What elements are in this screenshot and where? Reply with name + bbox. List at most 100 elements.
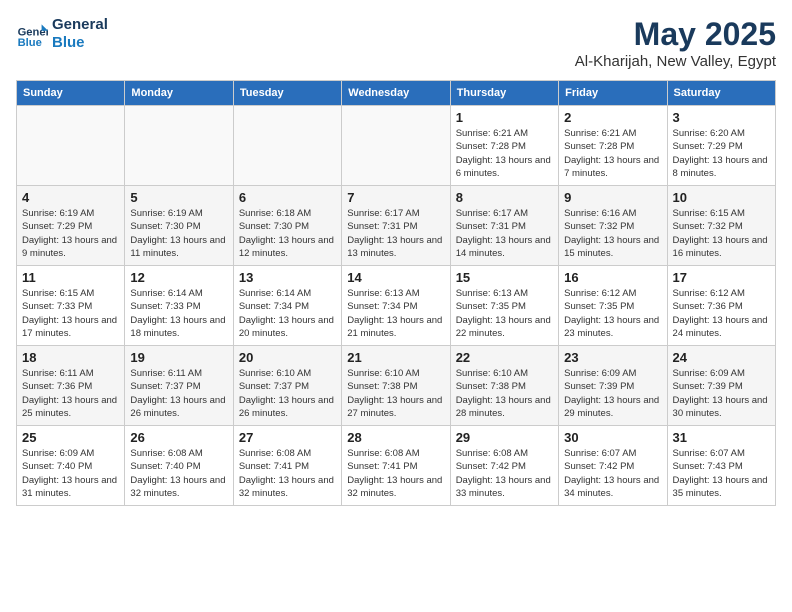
day-info: Sunrise: 6:17 AM Sunset: 7:31 PM Dayligh… [456, 207, 553, 260]
calendar-cell: 14Sunrise: 6:13 AM Sunset: 7:34 PM Dayli… [342, 266, 450, 346]
calendar-cell: 30 Sunrise: 6:07 AM Sunset: 7:42 PM Dayli… [559, 426, 667, 506]
logo-icon: General Blue [16, 18, 48, 50]
calendar-cell: 27 Sunrise: 6:08 AM Sunset: 7:41 PM Dayli… [233, 426, 341, 506]
calendar-cell: 3Sunrise: 6:20 AM Sunset: 7:29 PM Daylig… [667, 106, 775, 186]
calendar-cell: 12Sunrise: 6:14 AM Sunset: 7:33 PM Dayli… [125, 266, 233, 346]
day-number: 7 [347, 190, 444, 205]
day-number: 9 [564, 190, 661, 205]
calendar-cell: 11Sunrise: 6:15 AM Sunset: 7:33 PM Dayli… [17, 266, 125, 346]
day-number: 28 [347, 430, 444, 445]
day-number: 29 [456, 430, 553, 445]
weekday-header-row: SundayMondayTuesdayWednesdayThursdayFrid… [17, 81, 776, 106]
day-info: Sunrise: 6:15 AM Sunset: 7:33 PM Dayligh… [22, 287, 119, 340]
month-title: May 2025 [575, 16, 776, 53]
calendar-cell: 7Sunrise: 6:17 AM Sunset: 7:31 PM Daylig… [342, 186, 450, 266]
day-info: Sunrise: 6:21 AM Sunset: 7:28 PM Dayligh… [564, 127, 661, 180]
calendar-cell: 29 Sunrise: 6:08 AM Sunset: 7:42 PM Dayli… [450, 426, 558, 506]
day-number: 17 [673, 270, 770, 285]
day-number: 23 [564, 350, 661, 365]
day-info: Sunrise: 6:08 AM Sunset: 7:41 PM Dayligh… [347, 447, 444, 500]
day-number: 5 [130, 190, 227, 205]
day-number: 2 [564, 110, 661, 125]
weekday-header-monday: Monday [125, 81, 233, 106]
calendar-cell: 20Sunrise: 6:10 AM Sunset: 7:37 PM Dayli… [233, 346, 341, 426]
day-info: Sunrise: 6:21 AM Sunset: 7:28 PM Dayligh… [456, 127, 553, 180]
day-info: Sunrise: 6:10 AM Sunset: 7:38 PM Dayligh… [456, 367, 553, 420]
calendar-cell: 1 Sunrise: 6:21 AM Sunset: 7:28 PM Daylig… [450, 106, 558, 186]
day-info: Sunrise: 6:08 AM Sunset: 7:40 PM Dayligh… [130, 447, 227, 500]
calendar-cell: 31 Sunrise: 6:07 AM Sunset: 7:43 PM Dayli… [667, 426, 775, 506]
calendar-cell: 15 Sunrise: 6:13 AM Sunset: 7:35 PM Dayli… [450, 266, 558, 346]
calendar-body: 1 Sunrise: 6:21 AM Sunset: 7:28 PM Daylig… [17, 106, 776, 506]
day-info: Sunrise: 6:09 AM Sunset: 7:39 PM Dayligh… [673, 367, 770, 420]
day-info: Sunrise: 6:11 AM Sunset: 7:36 PM Dayligh… [22, 367, 119, 420]
day-number: 24 [673, 350, 770, 365]
day-number: 27 [239, 430, 336, 445]
day-info: Sunrise: 6:08 AM Sunset: 7:42 PM Dayligh… [456, 447, 553, 500]
day-info: Sunrise: 6:09 AM Sunset: 7:40 PM Dayligh… [22, 447, 119, 500]
weekday-header-wednesday: Wednesday [342, 81, 450, 106]
day-info: Sunrise: 6:19 AM Sunset: 7:30 PM Dayligh… [130, 207, 227, 260]
day-info: Sunrise: 6:13 AM Sunset: 7:35 PM Dayligh… [456, 287, 553, 340]
calendar-cell: 24 Sunrise: 6:09 AM Sunset: 7:39 PM Dayli… [667, 346, 775, 426]
day-info: Sunrise: 6:12 AM Sunset: 7:36 PM Dayligh… [673, 287, 770, 340]
calendar-cell: 8 Sunrise: 6:17 AM Sunset: 7:31 PM Daylig… [450, 186, 558, 266]
calendar-cell: 22 Sunrise: 6:10 AM Sunset: 7:38 PM Dayli… [450, 346, 558, 426]
calendar-cell: 21 Sunrise: 6:10 AM Sunset: 7:38 PM Dayli… [342, 346, 450, 426]
calendar-cell: 9 Sunrise: 6:16 AM Sunset: 7:32 PM Daylig… [559, 186, 667, 266]
day-number: 26 [130, 430, 227, 445]
day-number: 3 [673, 110, 770, 125]
day-info: Sunrise: 6:08 AM Sunset: 7:41 PM Dayligh… [239, 447, 336, 500]
weekday-header-sunday: Sunday [17, 81, 125, 106]
day-number: 4 [22, 190, 119, 205]
calendar-cell: 25Sunrise: 6:09 AM Sunset: 7:40 PM Dayli… [17, 426, 125, 506]
logo-blue: Blue [52, 34, 108, 52]
day-number: 15 [456, 270, 553, 285]
calendar-cell: 6Sunrise: 6:18 AM Sunset: 7:30 PM Daylig… [233, 186, 341, 266]
calendar-week-5: 25Sunrise: 6:09 AM Sunset: 7:40 PM Dayli… [17, 426, 776, 506]
day-number: 13 [239, 270, 336, 285]
calendar-cell [342, 106, 450, 186]
calendar-cell: 28 Sunrise: 6:08 AM Sunset: 7:41 PM Dayli… [342, 426, 450, 506]
day-number: 18 [22, 350, 119, 365]
day-number: 12 [130, 270, 227, 285]
day-number: 30 [564, 430, 661, 445]
day-info: Sunrise: 6:07 AM Sunset: 7:43 PM Dayligh… [673, 447, 770, 500]
day-number: 10 [673, 190, 770, 205]
weekday-header-friday: Friday [559, 81, 667, 106]
calendar-cell: 18 Sunrise: 6:11 AM Sunset: 7:36 PM Dayli… [17, 346, 125, 426]
day-number: 21 [347, 350, 444, 365]
calendar-cell [233, 106, 341, 186]
day-info: Sunrise: 6:07 AM Sunset: 7:42 PM Dayligh… [564, 447, 661, 500]
calendar-week-2: 4Sunrise: 6:19 AM Sunset: 7:29 PM Daylig… [17, 186, 776, 266]
calendar-week-3: 11Sunrise: 6:15 AM Sunset: 7:33 PM Dayli… [17, 266, 776, 346]
day-number: 19 [130, 350, 227, 365]
calendar-cell: 10 Sunrise: 6:15 AM Sunset: 7:32 PM Dayli… [667, 186, 775, 266]
calendar-cell [125, 106, 233, 186]
day-info: Sunrise: 6:10 AM Sunset: 7:38 PM Dayligh… [347, 367, 444, 420]
day-number: 1 [456, 110, 553, 125]
weekday-header-saturday: Saturday [667, 81, 775, 106]
day-number: 16 [564, 270, 661, 285]
day-info: Sunrise: 6:11 AM Sunset: 7:37 PM Dayligh… [130, 367, 227, 420]
day-info: Sunrise: 6:18 AM Sunset: 7:30 PM Dayligh… [239, 207, 336, 260]
calendar-cell: 4Sunrise: 6:19 AM Sunset: 7:29 PM Daylig… [17, 186, 125, 266]
title-area: May 2025 Al-Kharijah, New Valley, Egypt [575, 16, 776, 70]
calendar-cell: 23Sunrise: 6:09 AM Sunset: 7:39 PM Dayli… [559, 346, 667, 426]
day-info: Sunrise: 6:15 AM Sunset: 7:32 PM Dayligh… [673, 207, 770, 260]
calendar-week-1: 1 Sunrise: 6:21 AM Sunset: 7:28 PM Daylig… [17, 106, 776, 186]
day-number: 31 [673, 430, 770, 445]
day-info: Sunrise: 6:10 AM Sunset: 7:37 PM Dayligh… [239, 367, 336, 420]
calendar-cell: 17 Sunrise: 6:12 AM Sunset: 7:36 PM Dayli… [667, 266, 775, 346]
calendar-cell: 5 Sunrise: 6:19 AM Sunset: 7:30 PM Daylig… [125, 186, 233, 266]
calendar-cell: 16 Sunrise: 6:12 AM Sunset: 7:35 PM Dayli… [559, 266, 667, 346]
calendar-cell: 13 Sunrise: 6:14 AM Sunset: 7:34 PM Dayli… [233, 266, 341, 346]
day-info: Sunrise: 6:16 AM Sunset: 7:32 PM Dayligh… [564, 207, 661, 260]
weekday-header-tuesday: Tuesday [233, 81, 341, 106]
day-info: Sunrise: 6:14 AM Sunset: 7:34 PM Dayligh… [239, 287, 336, 340]
day-number: 8 [456, 190, 553, 205]
calendar-cell: 26 Sunrise: 6:08 AM Sunset: 7:40 PM Dayli… [125, 426, 233, 506]
day-info: Sunrise: 6:12 AM Sunset: 7:35 PM Dayligh… [564, 287, 661, 340]
day-info: Sunrise: 6:13 AM Sunset: 7:34 PM Dayligh… [347, 287, 444, 340]
day-number: 22 [456, 350, 553, 365]
